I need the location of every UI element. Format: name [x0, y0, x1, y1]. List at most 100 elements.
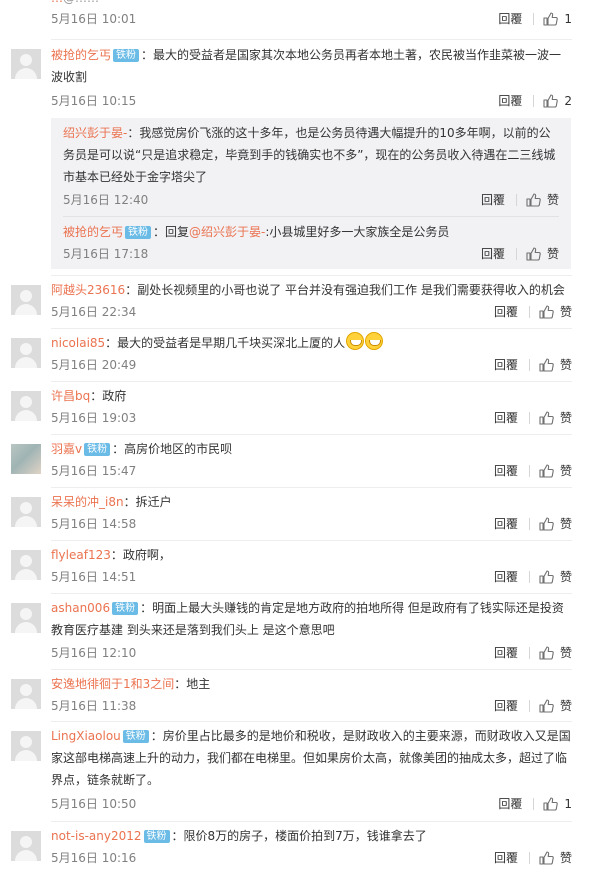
like-label: 赞	[559, 517, 572, 531]
avatar[interactable]	[11, 338, 41, 368]
reply-button[interactable]: 回覆	[494, 696, 518, 716]
thumbs-up-icon	[539, 517, 554, 531]
avatar[interactable]	[11, 285, 41, 315]
comment-time: 5月16日 15:47	[51, 464, 137, 478]
like-button[interactable]: 赞	[539, 696, 572, 716]
divider	[528, 571, 530, 583]
fan-badge: 铁粉	[122, 730, 149, 743]
divider	[528, 412, 530, 424]
grin-emoji	[365, 332, 384, 350]
divider	[528, 518, 530, 530]
grin-emoji	[346, 332, 365, 350]
comment-meta: 5月16日 14:51 回覆 赞	[51, 567, 572, 587]
like-label: 赞	[559, 411, 572, 425]
reply-content: :小县城里好多一大家族全是公务员	[265, 225, 450, 239]
like-button[interactable]: 赞	[539, 514, 572, 534]
replier-name[interactable]: 绍兴彭于晏-	[63, 126, 127, 140]
reply-button[interactable]: 回覆	[494, 848, 518, 868]
comment-item: 呆呆的冲_i8n：拆迁户 5月16日 14:58 回覆 赞	[0, 488, 601, 541]
comment-text: 呆呆的冲_i8n：拆迁户	[51, 491, 572, 513]
commenter-name[interactable]: ashan006	[51, 601, 110, 615]
avatar[interactable]	[11, 550, 41, 580]
thumbs-up-icon	[543, 94, 559, 108]
comment-time: 5月16日 14:58	[51, 517, 137, 531]
commenter-name[interactable]: flyleaf123	[51, 548, 111, 562]
like-button[interactable]: 赞	[539, 408, 572, 428]
like-button[interactable]: 赞	[539, 567, 572, 587]
comment-text: not-is-any2012 铁粉 ：限价8万的房子，楼面价拍到7万，钱谁拿去了	[51, 825, 572, 847]
comment-text-partial: …@……	[51, 0, 572, 9]
reply-button[interactable]: 回覆	[494, 355, 518, 375]
comment-meta: 5月16日 11:38 回覆 赞	[51, 696, 572, 716]
comment-item: flyleaf123：政府啊， 5月16日 14:51 回覆 赞	[0, 541, 601, 594]
commenter-name[interactable]: …	[51, 0, 63, 5]
reply-button[interactable]: 回覆	[494, 408, 518, 428]
avatar[interactable]	[11, 731, 41, 761]
comment-text: 被抢的乞丐 铁粉 ：最大的受益者是国家其次本地公务员再者本地土著，农民被当作韭菜被一…	[51, 44, 572, 88]
like-button[interactable]: 赞	[539, 302, 572, 322]
comment-text: flyleaf123：政府啊，	[51, 544, 572, 566]
commenter-name[interactable]: 羽嘉v	[51, 442, 82, 456]
commenter-name[interactable]: 许昌bq	[51, 389, 90, 403]
commenter-name[interactable]: 呆呆的冲_i8n	[51, 495, 124, 509]
comment-meta: 5月16日 22:34 回覆 赞	[51, 302, 572, 322]
commenter-name[interactable]: 被抢的乞丐	[51, 48, 111, 62]
reply-button[interactable]: 回覆	[494, 567, 518, 587]
reply-text: 被抢的乞丐 铁粉 ：回复@绍兴彭于晏-:小县城里好多一大家族全是公务员	[63, 221, 559, 243]
avatar[interactable]	[11, 831, 41, 861]
like-button[interactable]: 赞	[539, 643, 572, 663]
comment-text: nicolai85：最大的受益者是早期几千块买深北上厦的人	[51, 332, 572, 354]
like-button[interactable]: 赞	[539, 848, 572, 868]
reply-button[interactable]: 回覆	[494, 302, 518, 322]
replier-name[interactable]: 被抢的乞丐	[63, 225, 123, 239]
commenter-name[interactable]: LingXiaolou	[51, 729, 121, 743]
commenter-name[interactable]: 阿越头23616	[51, 283, 125, 297]
like-button[interactable]: 1	[543, 9, 572, 29]
like-button[interactable]: 2	[543, 91, 572, 111]
comment-time: 5月16日 10:15	[51, 94, 137, 108]
commenter-name[interactable]: not-is-any2012	[51, 829, 142, 843]
reply-button[interactable]: 回覆	[494, 643, 518, 663]
thumbs-up-icon	[539, 411, 554, 425]
reply-meta: 5月16日 17:18 回覆 赞	[63, 244, 559, 264]
comment-time: 5月16日 14:51	[51, 570, 137, 584]
divider	[533, 95, 535, 107]
thumbs-up-icon	[526, 247, 541, 261]
avatar[interactable]	[11, 679, 41, 709]
mention-link[interactable]: @绍兴彭于晏-	[189, 225, 265, 239]
like-label: 赞	[559, 570, 572, 584]
reply-button[interactable]: 回覆	[498, 9, 522, 29]
like-button[interactable]: 赞	[526, 244, 559, 264]
reply-button[interactable]: 回覆	[494, 461, 518, 481]
reply-list: 绍兴彭于晏-：我感觉房价飞涨的这十多年，也是公务员待遇大幅提升的10多年啊，以前…	[51, 118, 571, 269]
avatar[interactable]	[11, 603, 41, 633]
avatar[interactable]	[11, 49, 41, 79]
commenter-name[interactable]: nicolai85	[51, 336, 105, 350]
avatar[interactable]	[11, 444, 41, 474]
like-button[interactable]: 赞	[539, 461, 572, 481]
comment-meta: 5月16日 19:03 回覆 赞	[51, 408, 572, 428]
thumbs-up-icon	[539, 464, 554, 478]
reply-button[interactable]: 回覆	[494, 514, 518, 534]
like-button[interactable]: 1	[543, 794, 572, 814]
reply-button[interactable]: 回覆	[481, 244, 505, 264]
reply-divider	[63, 216, 559, 217]
comment-text: 羽嘉v 铁粉 ：高房价地区的市民呗	[51, 438, 572, 460]
like-button[interactable]: 赞	[539, 355, 572, 375]
reply-button[interactable]: 回覆	[498, 91, 522, 111]
like-button[interactable]: 赞	[526, 190, 559, 210]
thumbs-up-icon	[539, 646, 554, 660]
comment-text: LingXiaolou 铁粉 ：房价里占比最多的是地价和税收，是财政收入的主要来源，…	[51, 725, 572, 791]
avatar[interactable]	[11, 497, 41, 527]
divider	[515, 248, 517, 260]
comment-content: ：最大的受益者是早期几千块买深北上厦的人	[105, 336, 346, 350]
comment-item: 安逸地徘徊于1和3之间：地主 5月16日 11:38 回覆 赞	[0, 670, 601, 722]
reply-button[interactable]: 回覆	[481, 190, 505, 210]
like-label: 赞	[559, 358, 572, 372]
avatar[interactable]	[11, 391, 41, 421]
reply-button[interactable]: 回覆	[498, 794, 522, 814]
comment-time: 5月16日 20:49	[51, 358, 137, 372]
reply-text: 绍兴彭于晏-：我感觉房价飞涨的这十多年，也是公务员待遇大幅提升的10多年啊，以前…	[63, 122, 559, 188]
commenter-name[interactable]: 安逸地徘徊于1和3之间	[51, 677, 174, 691]
thumbs-up-icon	[539, 570, 554, 584]
